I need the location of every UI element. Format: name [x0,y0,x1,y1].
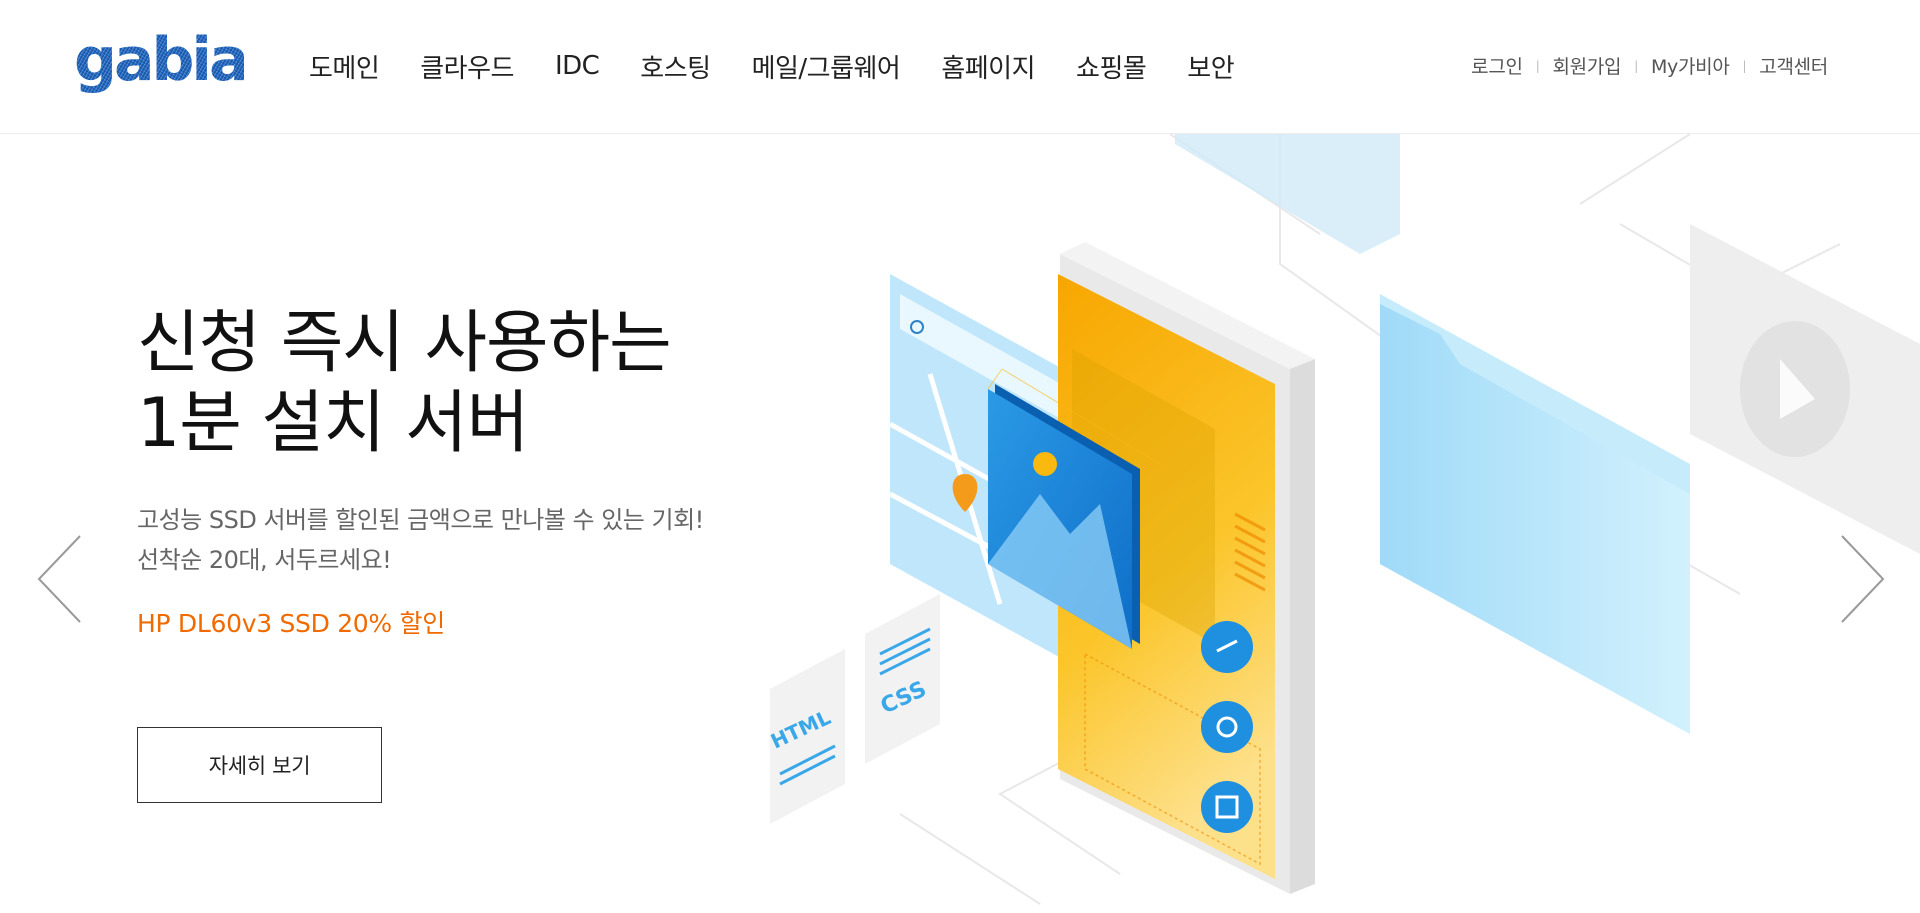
my-gabia-link[interactable]: My가비아 [1651,52,1730,79]
nav-homepage[interactable]: 홈페이지 [941,48,1035,85]
nav-mail-groupware[interactable]: 메일/그룹웨어 [752,48,901,85]
chevron-left-icon [37,535,81,623]
description-line-2: 선착순 20대, 서두르세요! [137,546,392,574]
carousel-next-button[interactable] [1836,534,1886,624]
main-nav: 도메인 클라우드 IDC 호스팅 메일/그룹웨어 홈페이지 쇼핑몰 보안 [309,46,1275,86]
hero-text-block: 신청 즉시 사용하는 1분 설치 서버 고성능 SSD 서버를 할인된 금액으로… [137,304,857,803]
login-link[interactable]: 로그인 [1471,52,1523,79]
customer-center-link[interactable]: 고객센터 [1759,52,1828,79]
util-separator: | [1742,58,1747,73]
hero-banner: CSS HTML 신청 즉시 사용하는 1분 설치 서버 고성능 SSD 서버를… [0,134,1920,913]
view-details-button[interactable]: 자세히 보기 [137,727,382,803]
nav-hosting[interactable]: 호스팅 [640,48,711,85]
util-separator: | [1634,58,1638,73]
carousel-prev-button[interactable] [36,534,86,624]
html-tag: HTML [767,649,845,824]
gabia-logo[interactable]: gabia. [74,30,244,104]
camera-icon [1201,701,1253,753]
utility-links: 로그인 | 회원가입 | My가비아 | 고객센터 [1471,52,1828,79]
nav-cloud[interactable]: 클라우드 [420,48,514,85]
promo-text: HP DL60v3 SSD 20% 할인 [137,609,445,638]
description-line-1: 고성능 SSD 서버를 할인된 금액으로 만나볼 수 있는 기회! [137,506,704,534]
css-tag: CSS [865,594,940,764]
hero-description: 고성능 SSD 서버를 할인된 금액으로 만나볼 수 있는 기회! 선착순 20… [137,500,857,580]
folder-graphic [1380,294,1690,734]
top-panel [1175,134,1400,254]
hero-headline: 신청 즉시 사용하는 1분 설치 서버 [137,304,857,464]
nav-domain[interactable]: 도메인 [309,48,380,85]
nav-shopping-mall[interactable]: 쇼핑몰 [1076,48,1147,85]
nav-security[interactable]: 보안 [1187,48,1234,85]
logo-text: gabia. [74,30,244,95]
video-panel [1690,224,1920,554]
nav-idc[interactable]: IDC [555,51,600,81]
crop-icon [1201,781,1253,833]
signup-link[interactable]: 회원가입 [1552,52,1621,79]
site-header: gabia. 도메인 클라우드 IDC 호스팅 메일/그룹웨어 홈페이지 쇼핑몰… [0,0,1920,134]
util-separator: | [1535,58,1540,73]
hero-illustration: CSS HTML [740,134,1920,913]
headline-line-2: 1분 설치 서버 [137,384,529,463]
headline-line-1: 신청 즉시 사용하는 [137,304,672,383]
chevron-right-icon [1841,535,1885,623]
